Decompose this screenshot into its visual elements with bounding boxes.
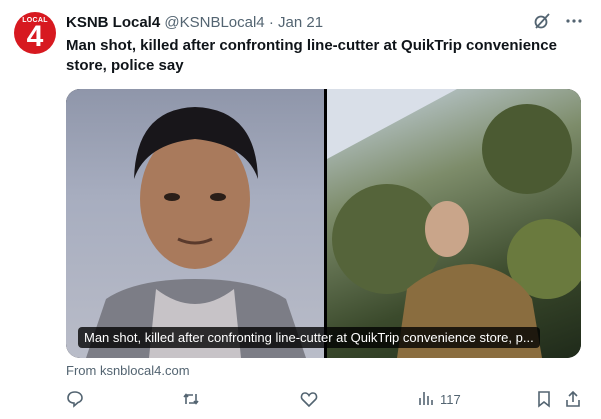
share-button[interactable] bbox=[564, 390, 582, 411]
views-count: 117 bbox=[440, 392, 461, 407]
like-icon bbox=[300, 390, 318, 411]
grok-icon[interactable] bbox=[533, 12, 551, 36]
share-icon bbox=[564, 390, 582, 411]
reply-button[interactable] bbox=[66, 390, 84, 411]
bookmark-button[interactable] bbox=[536, 390, 552, 411]
card-caption: Man shot, killed after confronting line-… bbox=[78, 327, 540, 348]
link-card[interactable]: Man shot, killed after confronting line-… bbox=[66, 89, 581, 358]
account-name[interactable]: KSNB Local4 bbox=[66, 14, 160, 31]
more-icon[interactable] bbox=[565, 12, 583, 36]
tweet-card[interactable]: LOCAL 4 KSNB Local4 @KSNBLocal4 · Jan 21… bbox=[0, 0, 601, 419]
photo-victim bbox=[327, 89, 581, 358]
avatar-logo-number: 4 bbox=[26, 20, 44, 53]
header-actions bbox=[533, 12, 583, 36]
avatar[interactable]: LOCAL 4 bbox=[14, 12, 56, 54]
retweet-button[interactable] bbox=[182, 390, 200, 411]
bookmark-icon bbox=[536, 390, 552, 411]
tweet-actions: 117 bbox=[64, 390, 586, 412]
like-button[interactable] bbox=[300, 390, 318, 411]
photo-mugshot bbox=[66, 89, 324, 358]
views-icon bbox=[418, 390, 434, 409]
reply-icon bbox=[66, 390, 84, 411]
views-button[interactable]: 117 bbox=[418, 390, 461, 409]
post-date[interactable]: Jan 21 bbox=[278, 14, 323, 31]
header-separator: · bbox=[268, 14, 274, 31]
tweet-header: KSNB Local4 @KSNBLocal4 · Jan 21 bbox=[66, 14, 323, 34]
card-source-link[interactable]: From ksnblocal4.com bbox=[66, 363, 190, 378]
retweet-icon bbox=[182, 390, 200, 411]
account-handle[interactable]: @KSNBLocal4 bbox=[164, 14, 264, 31]
tweet-headline: Man shot, killed after confronting line-… bbox=[66, 37, 557, 74]
